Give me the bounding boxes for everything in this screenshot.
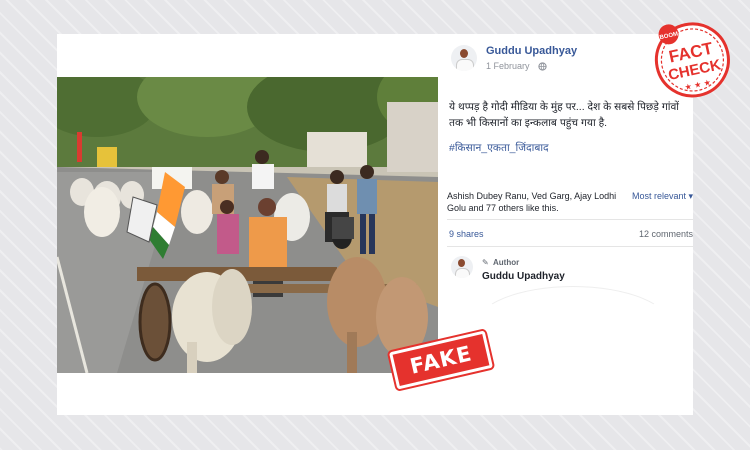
divider xyxy=(447,219,693,220)
loading-placeholder xyxy=(474,286,672,368)
post-date[interactable]: 1 February xyxy=(486,61,530,71)
author-avatar[interactable] xyxy=(451,45,477,71)
sort-comments-dropdown[interactable]: Most relevant ▾ xyxy=(632,191,693,202)
author-name[interactable]: Guddu Upadhyay xyxy=(486,45,577,57)
post-photo[interactable] xyxy=(57,77,438,373)
divider xyxy=(447,246,693,247)
globe-icon xyxy=(538,62,547,73)
fact-check-seal: FACT CHECK ★ ★ ★ BOOM xyxy=(648,14,736,102)
likes-summary[interactable]: Ashish Dubey Ranu, Ved Garg, Ajay Lodhi … xyxy=(447,190,617,214)
rally-photo-illustration xyxy=(57,77,438,373)
commenter-name[interactable]: Guddu Upadhyay xyxy=(482,271,565,282)
author-badge: Author xyxy=(493,258,520,267)
comments-count[interactable]: 12 comments xyxy=(639,229,693,239)
post-text: ये थप्पड़ है गोदी मीडिया के मुंह पर... द… xyxy=(449,101,680,129)
pencil-icon: ✎ xyxy=(482,258,489,267)
shares-count[interactable]: 9 shares xyxy=(449,229,484,239)
commenter-avatar[interactable] xyxy=(451,256,473,278)
post-hashtag[interactable]: #किसान_एकता_जिंदाबाद xyxy=(449,141,549,155)
